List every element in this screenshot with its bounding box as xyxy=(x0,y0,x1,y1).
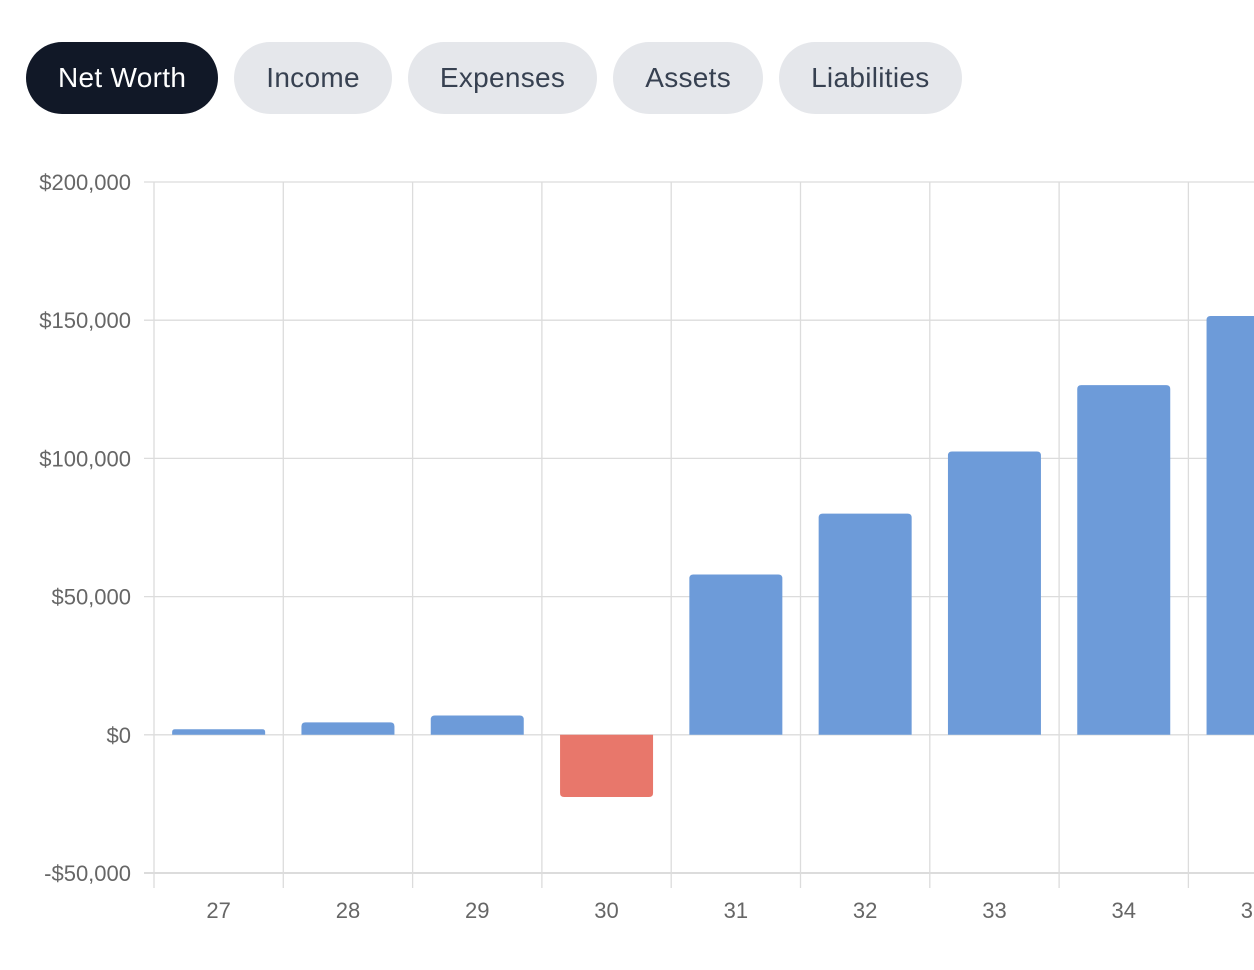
bar-31[interactable] xyxy=(689,574,783,735)
net-worth-bar-chart: $200,000 $150,000 $100,000 $50,000 $0 -$50,00… xyxy=(39,170,1254,923)
bar-30[interactable] xyxy=(560,734,654,797)
x-tick-label: 29 xyxy=(465,898,489,923)
bar-29[interactable] xyxy=(430,715,524,735)
bar-33[interactable] xyxy=(947,451,1041,735)
x-tick-label: 32 xyxy=(853,898,877,923)
x-tick-label: 34 xyxy=(1112,898,1136,923)
y-tick-label: $0 xyxy=(107,723,131,748)
bar-27[interactable] xyxy=(172,729,266,735)
bars xyxy=(172,316,1254,797)
x-tick-label: 28 xyxy=(336,898,360,923)
y-tick-label: $150,000 xyxy=(39,308,131,333)
bar-32[interactable] xyxy=(818,513,912,735)
axes: $200,000 $150,000 $100,000 $50,000 $0 -$50,00… xyxy=(39,170,1254,923)
x-tick-label: 30 xyxy=(594,898,618,923)
bar-35[interactable] xyxy=(1206,316,1254,735)
y-tick-label: $50,000 xyxy=(51,585,131,610)
bar-28[interactable] xyxy=(301,722,395,735)
y-tick-label: $200,000 xyxy=(39,170,131,195)
x-tick-label: 33 xyxy=(982,898,1006,923)
x-tick-label: 35 xyxy=(1241,898,1254,923)
x-tick-label: 31 xyxy=(724,898,748,923)
y-tick-label: $100,000 xyxy=(39,446,131,471)
x-tick-label: 27 xyxy=(206,898,230,923)
y-tick-label: -$50,000 xyxy=(44,861,131,886)
bar-34[interactable] xyxy=(1077,385,1171,735)
